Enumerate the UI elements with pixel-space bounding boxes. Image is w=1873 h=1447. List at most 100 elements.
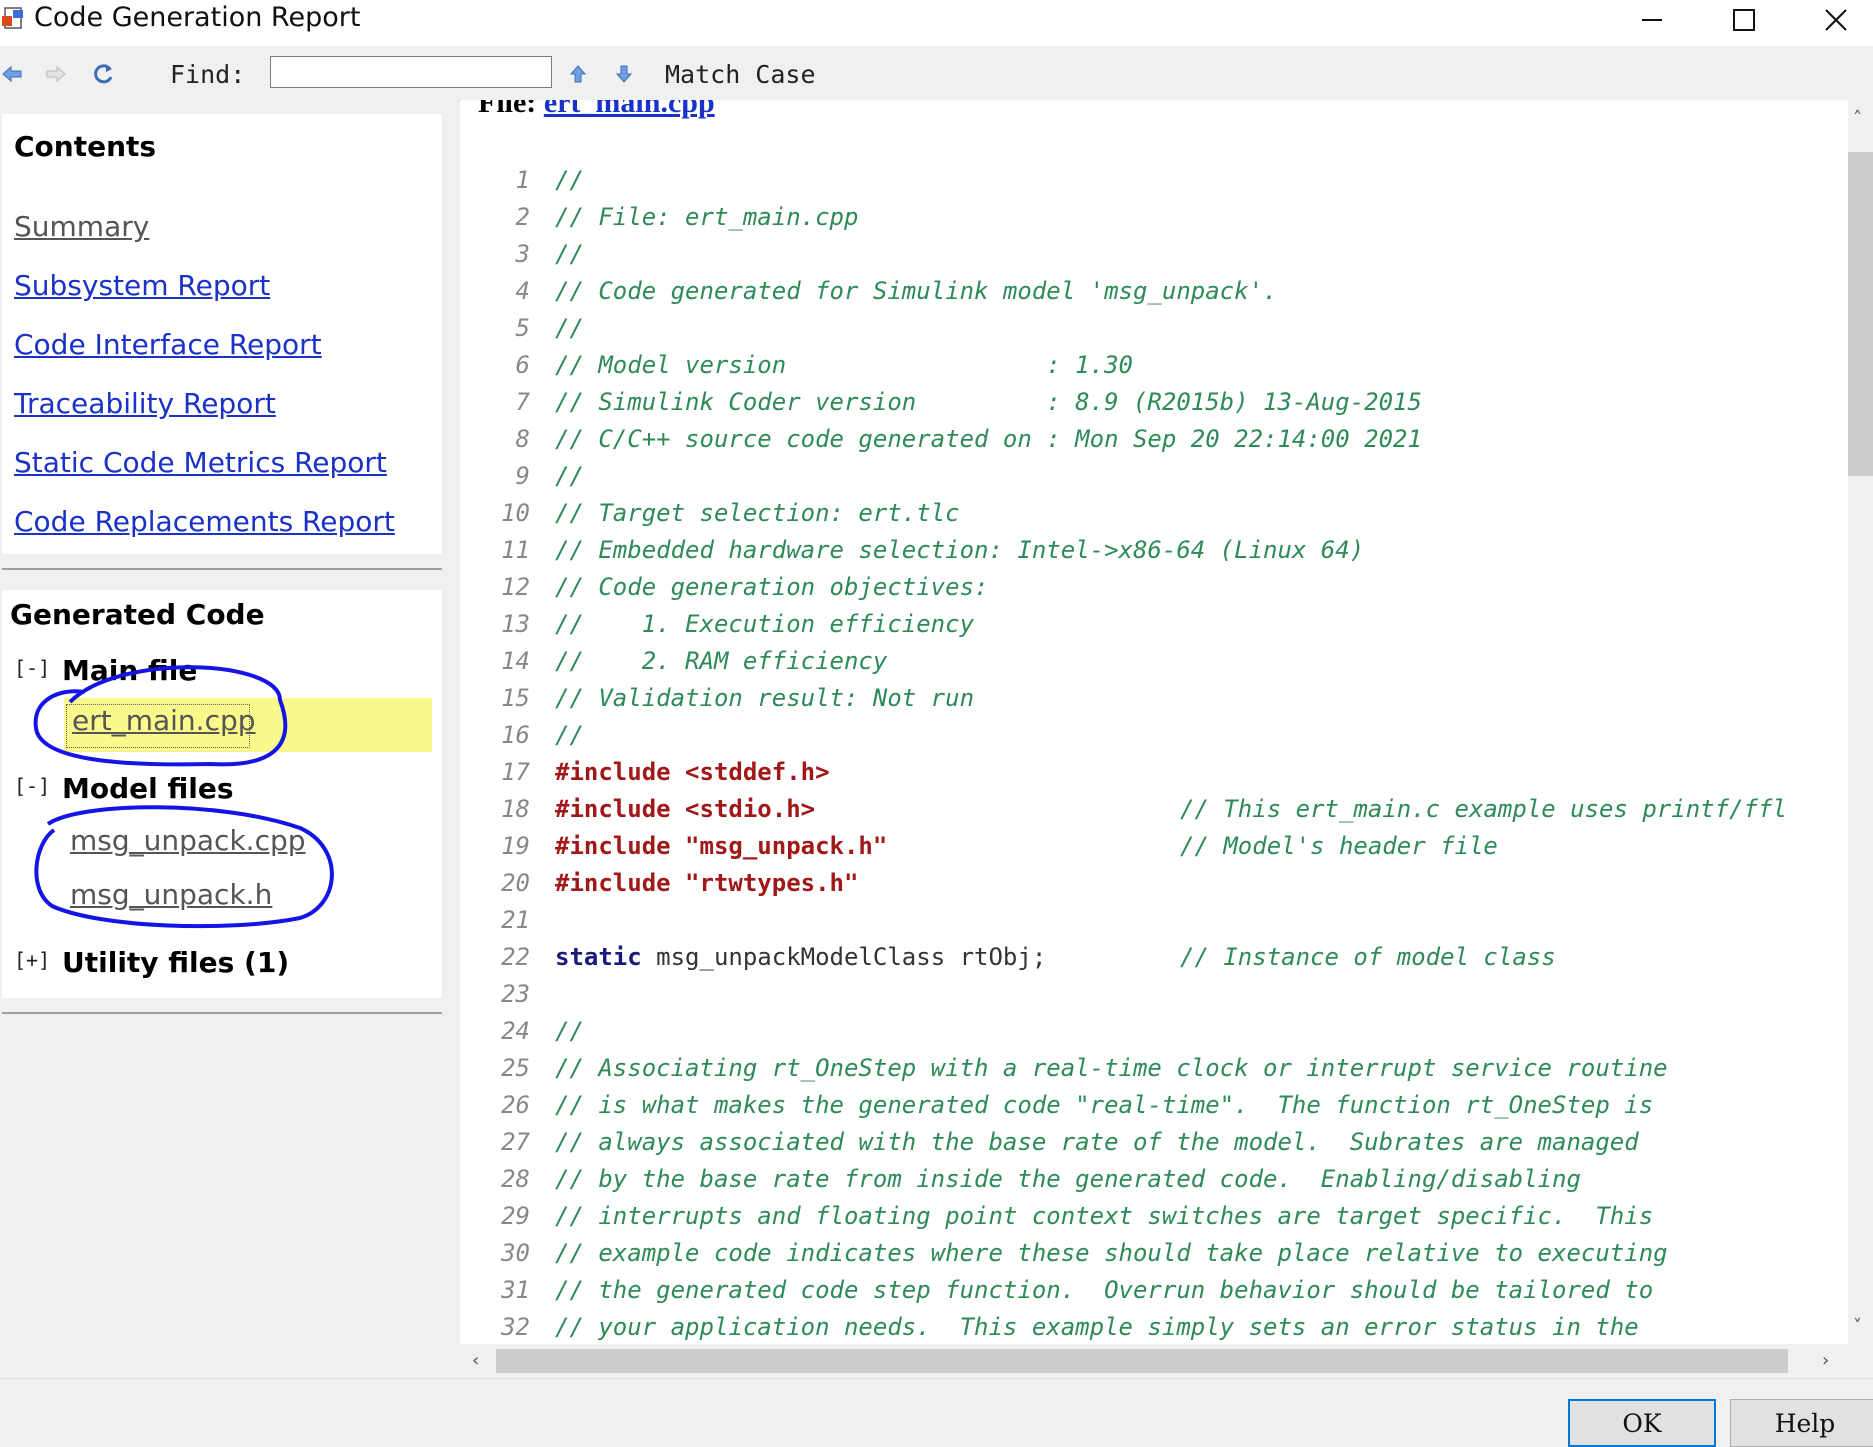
preprocessor-directive: #include bbox=[555, 869, 671, 897]
code-interface-report-link[interactable]: Code Interface Report bbox=[14, 328, 322, 361]
code-line: 10 // Target selection: ert.tlc bbox=[460, 499, 1848, 536]
minimize-button[interactable] bbox=[1606, 0, 1698, 40]
line-number: 27 bbox=[501, 1128, 530, 1156]
code-line: 16 // bbox=[460, 721, 1848, 758]
refresh-icon[interactable] bbox=[92, 62, 116, 86]
keyword: static bbox=[555, 943, 642, 971]
code-line: 29 // interrupts and floating point conte… bbox=[460, 1202, 1848, 1239]
find-label: Find: bbox=[170, 60, 246, 89]
code-text: // File: ert_main.cpp bbox=[555, 203, 859, 231]
code-text: // bbox=[555, 314, 584, 342]
line-number: 24 bbox=[501, 1017, 530, 1045]
main-file-toggle[interactable]: [-] bbox=[14, 656, 50, 680]
inline-comment: // Model's header file bbox=[1180, 832, 1498, 860]
ok-button[interactable]: OK bbox=[1568, 1399, 1716, 1447]
code-replacements-report-link[interactable]: Code Replacements Report bbox=[14, 505, 395, 538]
scroll-right-icon[interactable]: › bbox=[1822, 1350, 1829, 1371]
line-number: 25 bbox=[501, 1054, 530, 1082]
code-text: // bbox=[555, 240, 584, 268]
code-line: 12 // Code generation objectives: bbox=[460, 573, 1848, 610]
line-number: 9 bbox=[515, 462, 530, 490]
close-button[interactable] bbox=[1790, 0, 1873, 40]
code-line: 26 // is what makes the generated code "r… bbox=[460, 1091, 1848, 1128]
line-number: 7 bbox=[515, 388, 530, 416]
line-number: 10 bbox=[501, 499, 530, 527]
model-files-toggle[interactable]: [-] bbox=[14, 774, 50, 798]
line-number: 11 bbox=[501, 536, 530, 564]
line-number: 3 bbox=[515, 240, 530, 268]
code-text: // Code generation objectives: bbox=[555, 573, 989, 601]
code-text: // example code indicates where these sh… bbox=[555, 1239, 1668, 1267]
summary-link[interactable]: Summary bbox=[14, 210, 149, 243]
scroll-up-icon[interactable]: ˄ bbox=[1853, 108, 1862, 129]
preprocessor-directive: #include bbox=[555, 832, 671, 860]
traceability-report-link[interactable]: Traceability Report bbox=[14, 387, 276, 420]
match-case-option[interactable]: Match Case bbox=[665, 60, 816, 89]
scroll-down-icon[interactable]: ˅ bbox=[1853, 1316, 1862, 1337]
find-next-icon[interactable] bbox=[612, 62, 636, 86]
code-line: 11 // Embedded hardware selection: Intel-… bbox=[460, 536, 1848, 573]
code-line: 2 // File: ert_main.cpp bbox=[460, 203, 1848, 240]
generated-code-heading: Generated Code bbox=[10, 598, 265, 631]
code-text: // your application needs. This example … bbox=[555, 1313, 1639, 1341]
maximize-button[interactable] bbox=[1698, 0, 1790, 40]
code-line: 31 // the generated code step function. O… bbox=[460, 1276, 1848, 1313]
code-argument: msg_unpackModelClass rtObj; bbox=[641, 943, 1047, 971]
line-number: 17 bbox=[501, 758, 530, 786]
code-line: 13 // 1. Execution efficiency bbox=[460, 610, 1848, 647]
line-number: 1 bbox=[515, 166, 530, 194]
utility-files-toggle[interactable]: [+] bbox=[14, 948, 50, 972]
code-line: 1 // bbox=[460, 166, 1848, 203]
line-number: 20 bbox=[501, 869, 530, 897]
horizontal-scroll-thumb[interactable] bbox=[496, 1349, 1788, 1373]
find-previous-icon[interactable] bbox=[566, 62, 590, 86]
line-number: 30 bbox=[501, 1239, 530, 1267]
code-text: // 1. Execution efficiency bbox=[555, 610, 975, 638]
code-argument: "msg_unpack.h" bbox=[670, 832, 888, 860]
help-button[interactable]: Help bbox=[1730, 1399, 1873, 1447]
code-text: // always associated with the base rate … bbox=[555, 1128, 1639, 1156]
subsystem-report-link[interactable]: Subsystem Report bbox=[14, 269, 270, 302]
code-text: // C/C++ source code generated on : Mon … bbox=[555, 425, 1422, 453]
forward-icon[interactable] bbox=[44, 62, 68, 86]
code-argument: <stdio.h> bbox=[670, 795, 816, 823]
main-file-group: Main file bbox=[62, 654, 198, 687]
code-line: 17 #include <stddef.h> bbox=[460, 758, 1848, 795]
inline-comment: // Instance of model class bbox=[1180, 943, 1556, 971]
inline-comment: // This ert_main.c example uses printf/f… bbox=[1180, 795, 1787, 823]
model-files-group: Model files bbox=[62, 772, 234, 805]
code-text: // interrupts and floating point context… bbox=[555, 1202, 1654, 1230]
code-line: 20 #include "rtwtypes.h" bbox=[460, 869, 1848, 906]
msg-unpack-h-link[interactable]: msg_unpack.h bbox=[70, 878, 272, 911]
code-text: // by the base rate from inside the gene… bbox=[555, 1165, 1581, 1193]
static-code-metrics-report-link[interactable]: Static Code Metrics Report bbox=[14, 446, 387, 479]
scroll-left-icon[interactable]: ‹ bbox=[472, 1350, 479, 1371]
code-line: 24 // bbox=[460, 1017, 1848, 1054]
back-icon[interactable] bbox=[0, 62, 24, 86]
vertical-scroll-thumb[interactable] bbox=[1848, 152, 1873, 476]
line-number: 16 bbox=[501, 721, 530, 749]
code-text: // is what makes the generated code "rea… bbox=[555, 1091, 1654, 1119]
line-number: 4 bbox=[515, 277, 530, 305]
code-line: 30 // example code indicates where these … bbox=[460, 1239, 1848, 1276]
line-number: 8 bbox=[515, 425, 530, 453]
ert-main-cpp-link[interactable]: ert_main.cpp bbox=[72, 704, 256, 737]
code-text: // bbox=[555, 721, 584, 749]
code-line: 15 // Validation result: Not run bbox=[460, 684, 1848, 721]
code-line: 14 // 2. RAM efficiency bbox=[460, 647, 1848, 684]
code-text: #include <stdio.h> bbox=[555, 795, 815, 823]
line-number: 12 bbox=[501, 573, 530, 601]
line-number: 18 bbox=[501, 795, 530, 823]
find-input[interactable] bbox=[270, 56, 552, 88]
line-number: 32 bbox=[501, 1313, 530, 1341]
line-number: 6 bbox=[515, 351, 530, 379]
title-bar: Code Generation Report bbox=[0, 0, 1873, 46]
file-header-link[interactable]: ert_main.cpp bbox=[544, 100, 715, 119]
code-line: 7 // Simulink Coder version : 8.9 (R2015b… bbox=[460, 388, 1848, 425]
preprocessor-directive: #include bbox=[555, 758, 671, 786]
line-number: 14 bbox=[501, 647, 530, 675]
msg-unpack-cpp-link[interactable]: msg_unpack.cpp bbox=[70, 824, 306, 857]
line-number: 31 bbox=[501, 1276, 530, 1304]
line-number: 23 bbox=[501, 980, 530, 1008]
code-text: // bbox=[555, 462, 584, 490]
